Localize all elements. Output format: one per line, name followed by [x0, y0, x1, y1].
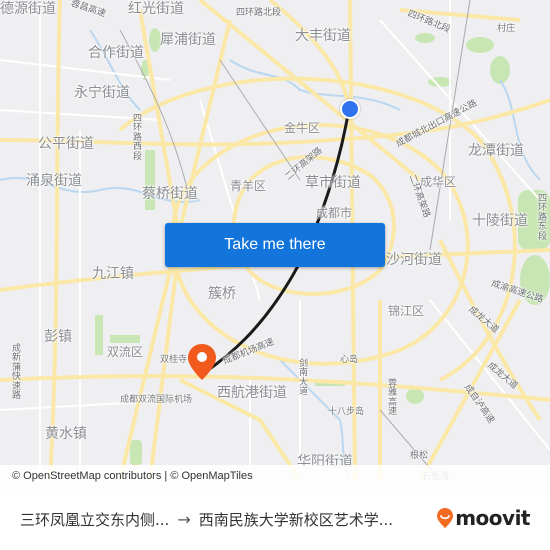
map-label-shuangliu: 双流区: [107, 345, 144, 359]
map-label-road: 成新蒲快速路: [12, 344, 22, 402]
map-label-shibabu: 十八步岛: [328, 407, 365, 417]
origin-name: 三环凤凰立交东内侧...: [20, 511, 170, 529]
map-label-dafeng: 大丰街道: [295, 28, 351, 44]
map-attribution: © OpenStreetMap contributors | © OpenMap…: [0, 465, 550, 490]
map-label-airport: 成都双流国际机场: [120, 395, 193, 405]
map-label-gensong: 根松: [410, 451, 429, 461]
map-label-caiqiao: 蔡桥街道: [142, 186, 198, 202]
map-label-jinjiang: 锦江区: [388, 304, 425, 318]
route-summary: 三环凤凰立交东内侧... → 西南民族大学新校区艺术学...: [20, 509, 393, 530]
map-label-jiujiang: 九江镇: [92, 266, 134, 282]
route-footer: 三环凤凰立交东内侧... → 西南民族大学新校区艺术学... moovit: [0, 490, 550, 550]
map-label-caoshi: 草市街道: [305, 175, 361, 191]
map-label-xinxin: 心岛: [340, 355, 359, 365]
map-pin-icon: [188, 344, 216, 380]
map-label-yongquan: 涌泉街道: [26, 173, 82, 189]
map-label-shiling: 十陵街道: [472, 213, 528, 229]
map-label-road: 四环路西段: [133, 114, 143, 162]
attribution-text[interactable]: © OpenStreetMap contributors | © OpenMap…: [12, 470, 253, 482]
map-label-road: 蓉雅高速: [388, 379, 398, 418]
moovit-logo[interactable]: moovit: [437, 506, 530, 530]
map-label-road: 四环路东段: [538, 194, 548, 242]
map-label-gongping: 公平街道: [38, 136, 94, 152]
map-label-xipu: 犀浦街道: [160, 32, 216, 48]
destination-marker[interactable]: [188, 344, 216, 384]
map-label-shuanggui: 双桂寺: [160, 355, 188, 365]
destination-name: 西南民族大学新校区艺术学...: [198, 511, 394, 529]
map-label-xihanggang: 西航港街道: [217, 385, 287, 401]
brand-name: moovit: [455, 506, 530, 530]
map-label-cunzhuang: 村庄: [497, 24, 516, 34]
map-label-pengzhen: 彭镇: [44, 329, 72, 345]
map-canvas[interactable]: 德源街道 蓉昌高速 红光街道 四环路北段 四环路北段 犀浦街道 大丰街道 村庄 …: [0, 0, 550, 490]
map-label-chenghua: 成华区: [420, 175, 457, 189]
map-label-qingyang: 青羊区: [230, 179, 267, 193]
map-label-cuqiao: 簇桥: [208, 286, 236, 302]
map-label-chengdu-shi: 成都市: [316, 206, 353, 220]
map-label-shahe: 沙河街道: [386, 252, 442, 268]
map-label-huangshui: 黄水镇: [45, 426, 87, 442]
map-label-hezuo: 合作街道: [88, 45, 144, 61]
map-label-road: 四环路北段: [236, 8, 282, 18]
map-label-longtan: 龙潭街道: [468, 143, 524, 159]
moovit-pin-icon: [437, 508, 454, 528]
origin-marker[interactable]: [340, 99, 360, 119]
arrow-right-icon: →: [177, 510, 191, 529]
map-label-road: 剑南大道: [299, 359, 309, 398]
take-me-there-button[interactable]: Take me there: [165, 223, 385, 267]
map-label-deyuan: 德源街道: [0, 1, 56, 17]
map-label-jinniu: 金牛区: [284, 121, 321, 135]
map-label-yongning: 永宁街道: [74, 85, 130, 101]
map-label-hongguang: 红光街道: [128, 1, 184, 17]
